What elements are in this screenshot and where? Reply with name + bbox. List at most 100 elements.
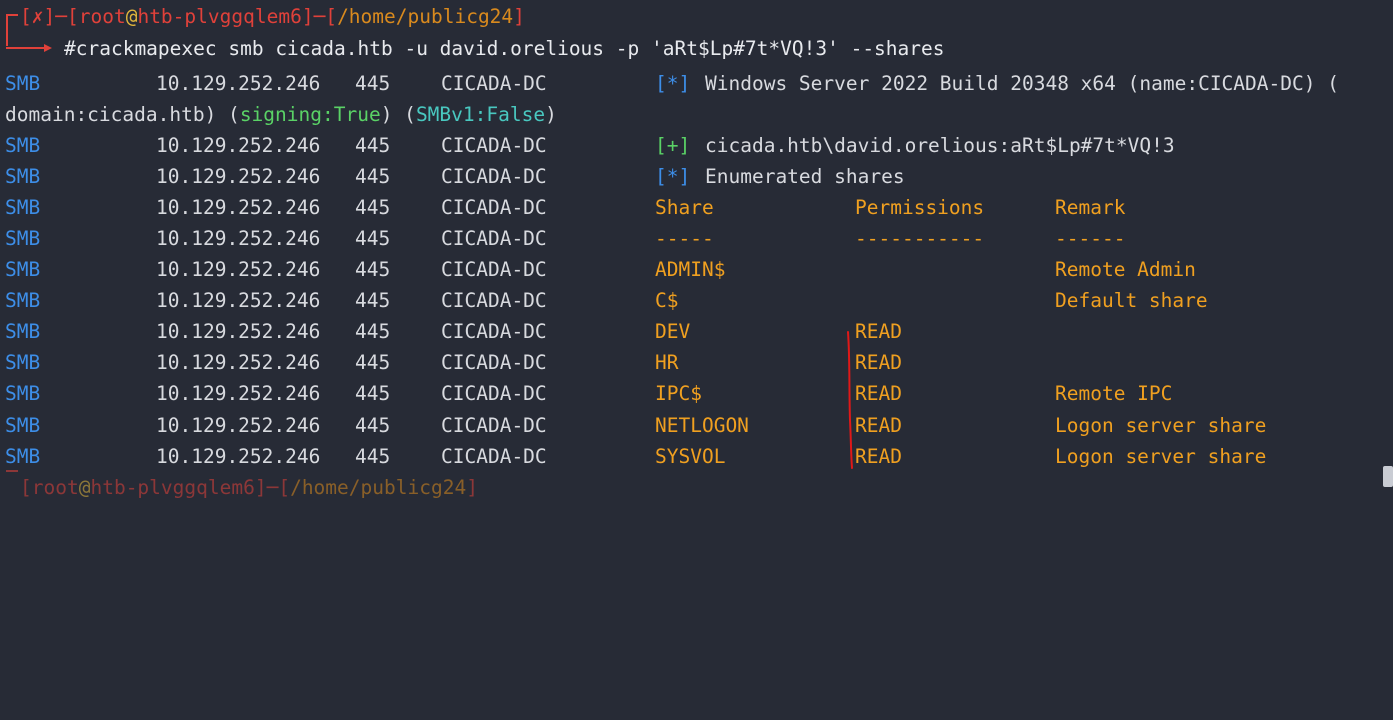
share-table-separator: SMB 10.129.252.246 445 CICADA-DC ----- -…	[5, 223, 1125, 254]
info-marker: [*]	[655, 165, 691, 188]
port: 445	[355, 289, 391, 312]
port: 445	[355, 134, 391, 157]
hostname: CICADA-DC	[441, 258, 547, 281]
share-row: SMB 10.129.252.246 445 CICADA-DC ADMIN$ …	[5, 254, 1196, 285]
share-name: ADMIN$	[655, 258, 726, 281]
next-prompt-path: /home/publicg24	[290, 476, 467, 499]
prompt-arrow-icon	[44, 44, 52, 52]
hostname: CICADA-DC	[441, 196, 547, 219]
share-permission: READ	[855, 382, 902, 405]
prompt-arrow-line	[6, 47, 46, 49]
share-row: SMB 10.129.252.246 445 CICADA-DC SYSVOL …	[5, 441, 1266, 472]
next-prompt-corner-line	[6, 470, 18, 472]
output-line-auth: SMB 10.129.252.246 445 CICADA-DC [+] cic…	[5, 130, 1175, 161]
share-row: SMB 10.129.252.246 445 CICADA-DC DEV REA…	[5, 316, 902, 347]
proto-label: SMB	[5, 134, 41, 157]
port: 445	[355, 445, 391, 468]
output-line-banner-wrap: domain:cicada.htb) (signing:True) (SMBv1…	[5, 99, 557, 130]
share-remark: Logon server share	[1055, 414, 1267, 437]
hostname: CICADA-DC	[441, 134, 547, 157]
port: 445	[355, 382, 391, 405]
proto-label: SMB	[5, 72, 41, 95]
share-permission: READ	[855, 414, 902, 437]
prompt-line: [✗]─[root@htb-plvggqlem6]─[/home/publicg…	[20, 5, 525, 28]
ip-address: 10.129.252.246	[156, 72, 321, 95]
banner-text: Windows Server 2022 Build 20348 x64 (nam…	[705, 72, 1339, 95]
proto-label: SMB	[5, 351, 41, 374]
prompt-host: htb-plvggqlem6	[137, 5, 302, 28]
proto-label: SMB	[5, 289, 41, 312]
output-line-enum: SMB 10.129.252.246 445 CICADA-DC [*] Enu…	[5, 161, 905, 192]
hostname: CICADA-DC	[441, 351, 547, 374]
port: 445	[355, 320, 391, 343]
auth-text: cicada.htb\david.orelious:aRt$Lp#7t*VQ!3	[705, 134, 1175, 157]
prompt-at: @	[125, 5, 138, 28]
prompt-corner-line	[6, 14, 18, 46]
share-name: DEV	[655, 320, 691, 343]
column-header-share: Share	[655, 196, 714, 219]
output-line-banner: SMB 10.129.252.246 445 CICADA-DC [*] Win…	[5, 68, 1339, 99]
proto-label: SMB	[5, 445, 41, 468]
port: 445	[355, 258, 391, 281]
prompt-status-icon: ✗	[31, 5, 44, 28]
share-name: SYSVOL	[655, 445, 726, 468]
next-prompt-user: root	[31, 476, 79, 499]
port: 445	[355, 165, 391, 188]
ip-address: 10.129.252.246	[156, 165, 321, 188]
share-row: SMB 10.129.252.246 445 CICADA-DC NETLOGO…	[5, 410, 1266, 441]
hostname: CICADA-DC	[441, 227, 547, 250]
next-prompt-host: htb-plvggqlem6	[90, 476, 255, 499]
proto-label: SMB	[5, 382, 41, 405]
terminal-window[interactable]: [✗]─[root@htb-plvggqlem6]─[/home/publicg…	[0, 0, 1393, 499]
port: 445	[355, 227, 391, 250]
port: 445	[355, 351, 391, 374]
scrollbar-thumb[interactable]	[1383, 466, 1393, 487]
ip-address: 10.129.252.246	[156, 258, 321, 281]
info-marker: [*]	[655, 72, 691, 95]
next-prompt-line: [root@htb-plvggqlem6]─[/home/publicg24]	[20, 476, 478, 499]
proto-label: SMB	[5, 320, 41, 343]
hostname: CICADA-DC	[441, 72, 547, 95]
banner-smbv1: SMBv1:False	[415, 103, 546, 126]
separator-remark: ------	[1055, 227, 1126, 250]
proto-label: SMB	[5, 196, 41, 219]
share-remark: Remote Admin	[1055, 258, 1196, 281]
share-remark: Remote IPC	[1055, 382, 1173, 405]
red-annotation-mark	[847, 331, 853, 469]
port: 445	[355, 72, 391, 95]
next-prompt-at: @	[78, 476, 91, 499]
ip-address: 10.129.252.246	[156, 227, 321, 250]
proto-label: SMB	[5, 165, 41, 188]
success-marker: [+]	[655, 134, 691, 157]
ip-address: 10.129.252.246	[156, 289, 321, 312]
hostname: CICADA-DC	[441, 165, 547, 188]
share-row: SMB 10.129.252.246 445 CICADA-DC HR READ	[5, 347, 902, 378]
command-line[interactable]: #crackmapexec smb cicada.htb -u david.or…	[64, 33, 945, 64]
enum-text: Enumerated shares	[705, 165, 905, 188]
ip-address: 10.129.252.246	[156, 382, 321, 405]
share-permission: READ	[855, 351, 902, 374]
share-name: HR	[655, 351, 679, 374]
hostname: CICADA-DC	[441, 289, 547, 312]
banner-signing: signing:True	[239, 103, 381, 126]
port: 445	[355, 414, 391, 437]
proto-label: SMB	[5, 414, 41, 437]
hostname: CICADA-DC	[441, 445, 547, 468]
share-table-header: SMB 10.129.252.246 445 CICADA-DC Share P…	[5, 192, 1125, 223]
hostname: CICADA-DC	[441, 382, 547, 405]
share-name: IPC$	[655, 382, 702, 405]
ip-address: 10.129.252.246	[156, 320, 321, 343]
separator-permissions: -----------	[855, 227, 985, 250]
proto-label: SMB	[5, 227, 41, 250]
hostname: CICADA-DC	[441, 320, 547, 343]
ip-address: 10.129.252.246	[156, 351, 321, 374]
share-permission: READ	[855, 445, 902, 468]
share-row: SMB 10.129.252.246 445 CICADA-DC C$ Defa…	[5, 285, 1208, 316]
banner-sep: ) (	[380, 103, 416, 126]
separator-share: -----	[655, 227, 714, 250]
share-permission: READ	[855, 320, 902, 343]
banner-domain: domain:cicada.htb) (	[5, 103, 240, 126]
column-header-permissions: Permissions	[855, 196, 985, 219]
prompt-path: /home/publicg24	[337, 5, 514, 28]
share-name: NETLOGON	[655, 414, 749, 437]
